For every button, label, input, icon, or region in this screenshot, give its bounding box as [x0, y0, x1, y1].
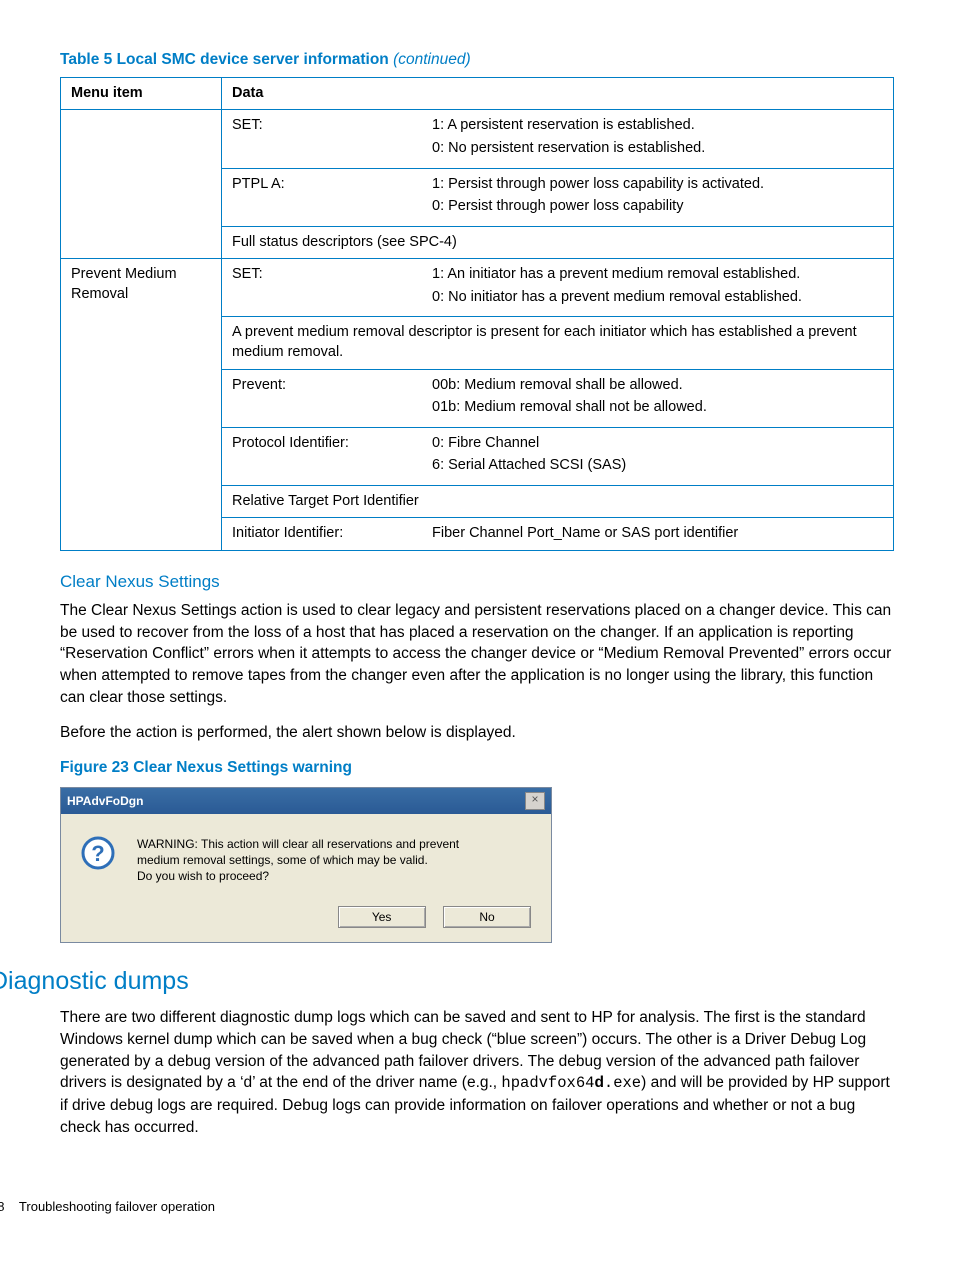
diag-bold: d — [594, 1074, 603, 1091]
label-init: Initiator Identifier: — [232, 524, 432, 544]
label-proto: Protocol Identifier: — [232, 434, 432, 479]
para-clear-nexus-1: The Clear Nexus Settings action is used … — [60, 600, 894, 708]
label-set1: SET: — [232, 116, 432, 161]
yes-button[interactable]: Yes — [338, 906, 426, 928]
label-set2: SET: — [232, 265, 432, 310]
table-caption-cont: (continued) — [393, 51, 471, 68]
dialog-titlebar: HPAdvFoDgn × — [61, 788, 551, 814]
footer-title: Troubleshooting failover operation — [19, 1199, 215, 1214]
cell-empty — [61, 518, 222, 551]
th-data: Data — [222, 77, 894, 110]
val-prevent-1: 00b: Medium removal shall be allowed. — [432, 376, 883, 396]
cell-prevent: Prevent: 00b: Medium removal shall be al… — [222, 369, 894, 427]
heading-clear-nexus: Clear Nexus Settings — [60, 571, 894, 594]
diag-code2: .exe — [604, 1074, 641, 1092]
val-ptpl-0: 0: Persist through power loss capability — [432, 197, 883, 217]
cell-empty — [61, 226, 222, 259]
val-set2-1: 1: An initiator has a prevent medium rem… — [432, 265, 883, 285]
th-menu-item: Menu item — [61, 77, 222, 110]
close-icon[interactable]: × — [525, 792, 545, 810]
cell-proto: Protocol Identifier: 0: Fibre Channel 6:… — [222, 427, 894, 485]
table-caption-main: Table 5 Local SMC device server informat… — [60, 51, 393, 68]
smc-table: Menu item Data SET: 1: A persistent rese… — [60, 77, 894, 551]
heading-diagnostic-dumps: Diagnostic dumps — [0, 965, 894, 999]
table-caption: Table 5 Local SMC device server informat… — [60, 50, 894, 71]
val-set2-0: 0: No initiator has a prevent medium rem… — [432, 288, 883, 308]
para-clear-nexus-2: Before the action is performed, the aler… — [60, 722, 894, 744]
cell-empty — [61, 485, 222, 518]
label-ptpl: PTPL A: — [232, 175, 432, 220]
dialog-line3: Do you wish to proceed? — [137, 869, 269, 883]
dialog-title: HPAdvFoDgn — [67, 793, 525, 809]
cell-set1: SET: 1: A persistent reservation is esta… — [222, 110, 894, 168]
cell-empty — [61, 427, 222, 485]
label-prevent: Prevent: — [232, 376, 432, 421]
cell-pmr-menu: Prevent Medium Removal — [61, 259, 222, 317]
figure-caption: Figure 23 Clear Nexus Settings warning — [60, 758, 894, 779]
val-prevent-0: 01b: Medium removal shall not be allowed… — [432, 398, 883, 418]
diag-code1: hpadvfox64 — [501, 1074, 594, 1092]
svg-text:?: ? — [91, 841, 104, 866]
warning-dialog: HPAdvFoDgn × ? WARNING: This action will… — [60, 787, 552, 944]
dialog-message: WARNING: This action will clear all rese… — [137, 836, 459, 885]
para-diag-1: There are two different diagnostic dump … — [60, 1007, 894, 1138]
dialog-line1: WARNING: This action will clear all rese… — [137, 837, 459, 851]
val-proto-0: 0: Fibre Channel — [432, 434, 883, 454]
question-icon: ? — [81, 836, 115, 870]
val-set1-1: 1: A persistent reservation is establish… — [432, 116, 883, 136]
page-footer: 58 Troubleshooting failover operation — [0, 1198, 894, 1216]
cell-fullstatus: Full status descriptors (see SPC-4) — [222, 226, 894, 259]
val-set1-0: 0: No persistent reservation is establis… — [432, 139, 883, 159]
dialog-line2: medium removal settings, some of which m… — [137, 853, 428, 867]
cell-ptpl: PTPL A: 1: Persist through power loss ca… — [222, 168, 894, 226]
no-button[interactable]: No — [443, 906, 531, 928]
cell-empty — [61, 110, 222, 168]
cell-init: Initiator Identifier: Fiber Channel Port… — [222, 518, 894, 551]
cell-pmr-desc: A prevent medium removal descriptor is p… — [222, 317, 894, 369]
cell-empty — [61, 168, 222, 226]
page-number: 58 — [0, 1199, 4, 1214]
val-init: Fiber Channel Port_Name or SAS port iden… — [432, 524, 883, 544]
cell-set2: SET: 1: An initiator has a prevent mediu… — [222, 259, 894, 317]
cell-rtpi: Relative Target Port Identifier — [222, 485, 894, 518]
cell-empty — [61, 369, 222, 427]
val-ptpl-1: 1: Persist through power loss capability… — [432, 175, 883, 195]
cell-empty — [61, 317, 222, 369]
val-proto-6: 6: Serial Attached SCSI (SAS) — [432, 456, 883, 476]
